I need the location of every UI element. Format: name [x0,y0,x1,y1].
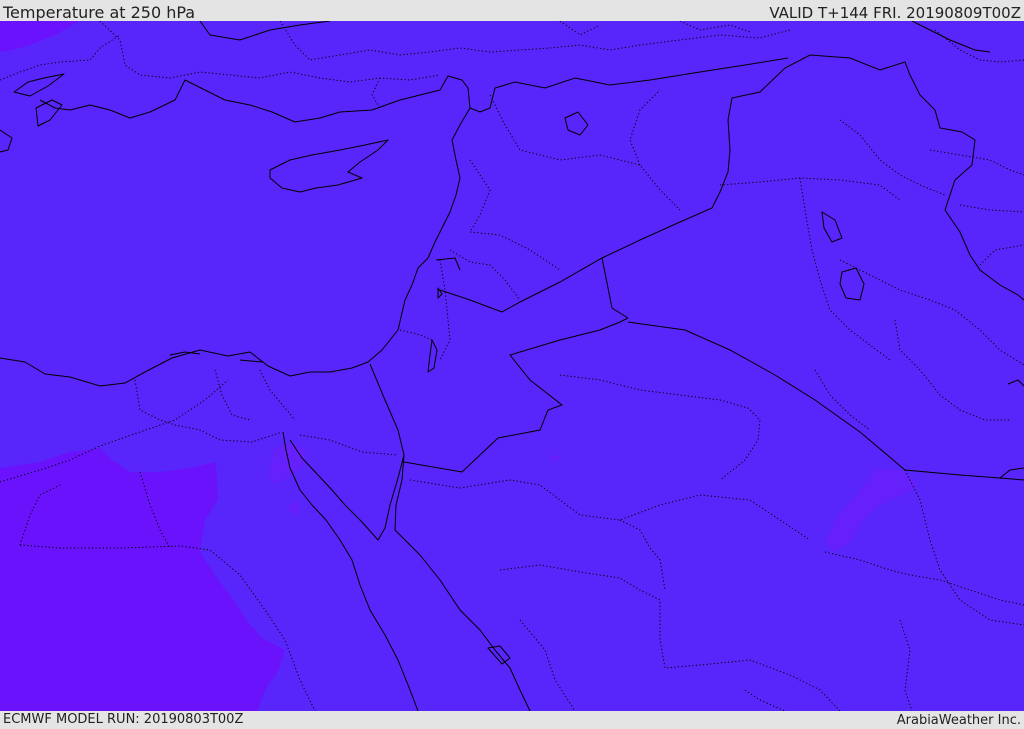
weather-map[interactable] [0,21,1024,711]
cool-patch-small [289,501,299,515]
credit-label: ArabiaWeather Inc. [896,713,1021,728]
model-run-label: ECMWF MODEL RUN: 20190803T00Z [3,712,244,727]
cool-patch-small-2 [550,455,560,461]
valid-time: VALID T+144 FRI. 20190809T00Z [769,4,1021,22]
map-title: Temperature at 250 hPa [3,3,196,22]
